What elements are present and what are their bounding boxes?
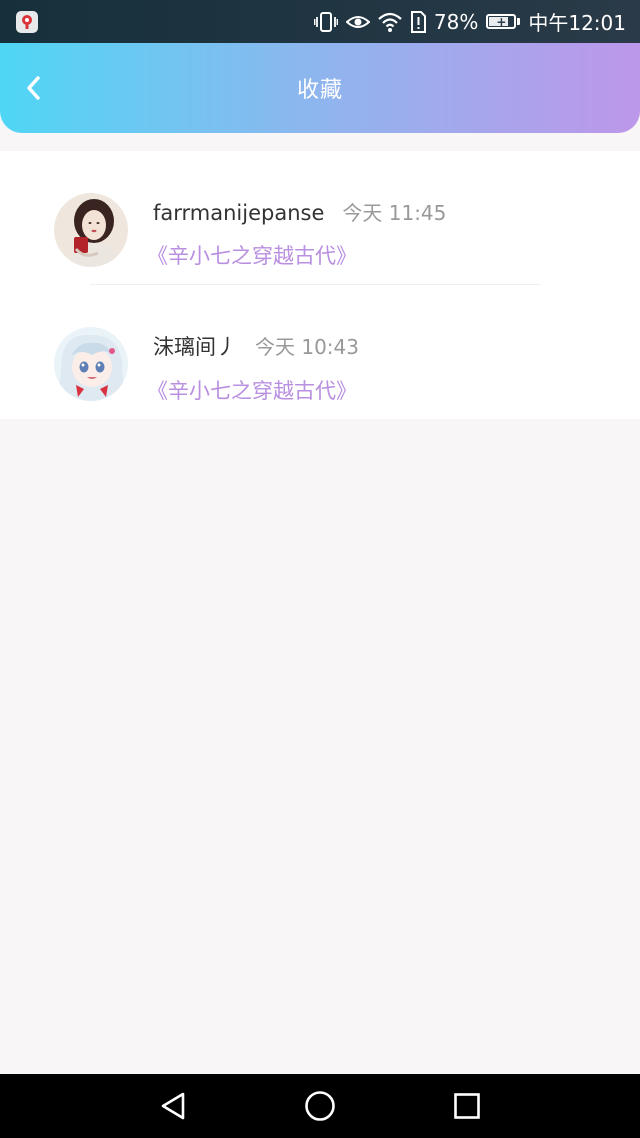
eye-icon: [345, 13, 370, 31]
avatar[interactable]: [54, 193, 128, 267]
favorite-text: farrmanijepanse 今天 11:45 《辛小七之穿越古代》: [147, 197, 446, 270]
alert-sim-icon: [410, 10, 426, 33]
favorite-text: 沫璃间丿 今天 10:43 《辛小七之穿越古代》: [147, 331, 359, 405]
square-recents-icon: [453, 1093, 480, 1119]
app-header: 收藏: [0, 43, 640, 133]
favorite-head: 沫璃间丿 今天 10:43: [153, 331, 359, 361]
nav-recents-button[interactable]: [437, 1076, 497, 1136]
app-notification-icon: [16, 10, 38, 33]
post-time: 今天 11:45: [342, 201, 447, 225]
system-nav-bar: [0, 1074, 640, 1138]
favorite-item[interactable]: 沫璃间丿 今天 10:43 《辛小七之穿越古代》: [0, 285, 640, 419]
status-left: [16, 10, 38, 33]
avatar[interactable]: [54, 327, 128, 401]
status-right: 78% + 中午12:01: [313, 7, 626, 36]
circle-home-icon: [305, 1091, 335, 1121]
book-title-link[interactable]: 《辛小七之穿越古代》: [147, 375, 359, 405]
back-button[interactable]: [14, 68, 54, 108]
chevron-left-icon: [27, 76, 40, 100]
status-time: 中午12:01: [528, 11, 626, 35]
favorite-head: farrmanijepanse 今天 11:45: [153, 197, 446, 226]
nav-back-button[interactable]: [143, 1076, 203, 1136]
page-title: 收藏: [296, 78, 343, 103]
status-bar: 78% + 中午12:01: [0, 0, 640, 43]
battery-percent: 78%: [433, 9, 479, 34]
book-title-link[interactable]: 《辛小七之穿越古代》: [147, 240, 446, 270]
vibrate-icon: [313, 11, 338, 33]
triangle-back-icon: [162, 1092, 185, 1120]
screen: 78% + 中午12:01 收藏 farrmanijepanse 今天 11:4…: [0, 0, 640, 1138]
post-time: 今天 10:43: [255, 335, 359, 359]
user-name[interactable]: farrmanijepanse: [153, 201, 324, 225]
favorites-list: farrmanijepanse 今天 11:45 《辛小七之穿越古代》 沫璃间丿…: [0, 151, 640, 419]
battery-icon: +: [486, 14, 521, 29]
nav-home-button[interactable]: [290, 1076, 350, 1136]
favorite-item[interactable]: farrmanijepanse 今天 11:45 《辛小七之穿越古代》: [0, 151, 640, 285]
user-name[interactable]: 沫璃间丿: [153, 331, 237, 361]
wifi-icon: [378, 12, 402, 32]
